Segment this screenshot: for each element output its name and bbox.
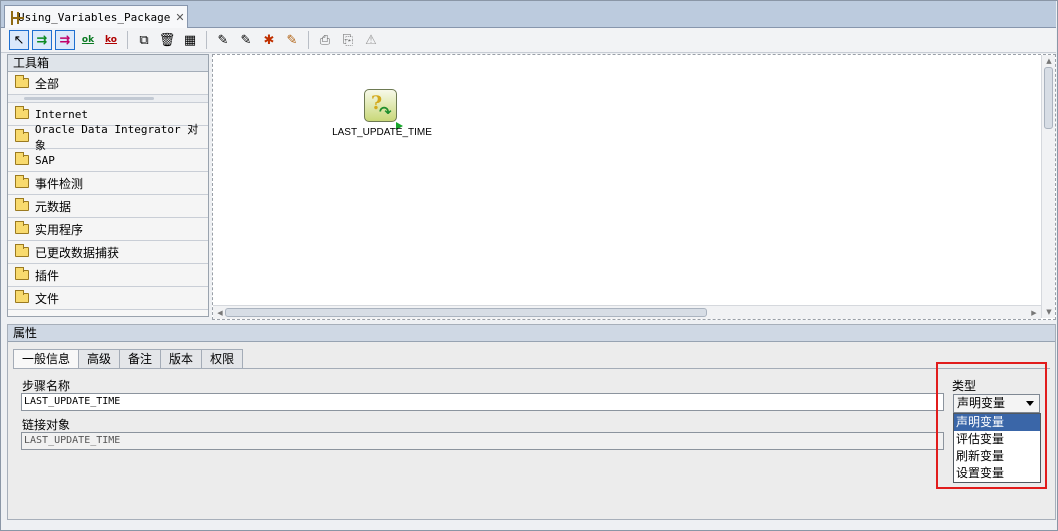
diagram-step-last-update-time[interactable]: ? ↷ LAST_UPDATE_TIME bbox=[328, 89, 436, 145]
toolbox-category-odi-objects[interactable]: Oracle Data Integrator 对象 bbox=[8, 123, 208, 152]
editor-tab-strip: Using_Variables_Package ✕ bbox=[1, 1, 1056, 29]
category-label: 事件检测 bbox=[35, 176, 84, 191]
execute-icon: ✎ bbox=[217, 32, 229, 48]
step-name-label: 步骤名称 bbox=[22, 379, 71, 393]
category-label: 实用程序 bbox=[35, 222, 84, 237]
tab-advanced[interactable]: 高级 bbox=[79, 349, 121, 369]
declare-variable-step-icon: ? ↷ bbox=[364, 89, 397, 122]
printer-icon: ⎙ bbox=[319, 32, 331, 48]
scroll-left-arrow-icon[interactable]: ◀ bbox=[215, 308, 225, 318]
scroll-up-arrow-icon[interactable]: ▲ bbox=[1044, 56, 1054, 66]
print-button[interactable]: ⎙ bbox=[315, 30, 335, 50]
canvas-horizontal-scrollbar[interactable]: ◀ ▶ bbox=[213, 305, 1041, 319]
folder-icon bbox=[15, 290, 29, 303]
category-label: 已更改数据捕获 bbox=[35, 245, 120, 260]
toolbar-separator bbox=[127, 31, 128, 49]
next-step-on-success-tool-button[interactable]: ⇉ bbox=[32, 30, 52, 50]
grid-icon: ▦ bbox=[183, 32, 197, 48]
toolbox-category-all[interactable]: 全部 bbox=[8, 72, 208, 95]
category-label: 插件 bbox=[35, 268, 60, 283]
duplicate-button[interactable]: ⧉ bbox=[134, 30, 154, 50]
package-icon bbox=[11, 10, 24, 25]
diagram-toolbar: ↖ ⇉ ⇉ ok ko ⧉ 🗑 ▦ ✎ ✎ ✱ ✎ ⎙ ⎘ ⚠ bbox=[1, 28, 1056, 53]
red-link-arrow-icon: ⇉ bbox=[59, 32, 71, 48]
properties-panel: 属性 一般信息 高级 备注 版本 权限 bbox=[7, 324, 1056, 520]
category-label: 元数据 bbox=[35, 199, 72, 214]
category-label: Oracle Data Integrator 对象 bbox=[34, 123, 199, 152]
green-link-arrow-icon: ⇉ bbox=[36, 32, 48, 48]
debug-button[interactable]: ✱ bbox=[259, 30, 279, 50]
bug-icon: ✱ bbox=[263, 32, 275, 48]
tab-general[interactable]: 一般信息 bbox=[13, 349, 80, 369]
category-label: 全部 bbox=[35, 76, 60, 91]
delete-button[interactable]: 🗑 bbox=[157, 30, 177, 50]
category-label: 文件 bbox=[35, 291, 60, 306]
next-step-on-failure-tool-button[interactable]: ⇉ bbox=[55, 30, 75, 50]
validate-icon: ✎ bbox=[286, 32, 298, 48]
category-label: SAP bbox=[35, 153, 55, 167]
export-icon: ⎘ bbox=[342, 32, 354, 48]
vertical-scroll-thumb[interactable] bbox=[1044, 67, 1053, 129]
duplicate-icon: ⧉ bbox=[139, 32, 149, 48]
arrange-button[interactable]: ▦ bbox=[180, 30, 200, 50]
folder-icon bbox=[15, 129, 29, 142]
category-all-scrollbar[interactable] bbox=[8, 95, 208, 103]
folder-icon bbox=[15, 152, 29, 165]
export-button[interactable]: ⎘ bbox=[338, 30, 358, 50]
tab-notes[interactable]: 备注 bbox=[120, 349, 162, 369]
trash-icon: 🗑 bbox=[158, 32, 176, 48]
step-name-input[interactable]: LAST_UPDATE_TIME bbox=[21, 393, 944, 411]
execute-step-button[interactable]: ✎ bbox=[236, 30, 256, 50]
linked-object-label: 链接对象 bbox=[22, 418, 71, 432]
warning-triangle-icon: ⚠ bbox=[365, 32, 377, 48]
ko-label: ko bbox=[105, 35, 117, 45]
toolbox-category-metadata[interactable]: 元数据 bbox=[8, 195, 208, 218]
scroll-down-arrow-icon[interactable]: ▼ bbox=[1044, 307, 1054, 317]
ok-label: ok bbox=[81, 35, 95, 45]
toolbox-category-plugins[interactable]: 插件 bbox=[8, 264, 208, 287]
toolbox-title: 工具箱 bbox=[8, 55, 208, 72]
tab-title: Using_Variables_Package bbox=[18, 11, 171, 24]
step-label: LAST_UPDATE_TIME bbox=[332, 127, 432, 138]
scroll-right-arrow-icon[interactable]: ▶ bbox=[1029, 308, 1039, 318]
toolbar-separator bbox=[206, 31, 207, 49]
folder-icon bbox=[15, 267, 29, 280]
toolbox-category-event-detection[interactable]: 事件检测 bbox=[8, 172, 208, 195]
red-highlight-box bbox=[936, 362, 1047, 489]
toolbox-panel: 工具箱 全部 Internet Oracle Data Integrator 对… bbox=[7, 54, 209, 317]
horizontal-scroll-thumb[interactable] bbox=[225, 308, 707, 317]
validate-button[interactable]: ✎ bbox=[282, 30, 302, 50]
folder-icon bbox=[15, 244, 29, 257]
folder-icon bbox=[15, 221, 29, 234]
execute-button[interactable]: ✎ bbox=[213, 30, 233, 50]
toolbox-category-changed-data-capture[interactable]: 已更改数据捕获 bbox=[8, 241, 208, 264]
ko-step-button[interactable]: ko bbox=[101, 30, 121, 50]
pointer-arrow-icon: ↖ bbox=[13, 32, 25, 48]
warnings-button[interactable]: ⚠ bbox=[361, 30, 381, 50]
toolbar-separator bbox=[308, 31, 309, 49]
close-tab-icon[interactable]: ✕ bbox=[175, 11, 184, 24]
tab-privileges[interactable]: 权限 bbox=[202, 349, 244, 369]
green-curved-arrow-glyph: ↷ bbox=[379, 103, 392, 121]
properties-title: 属性 bbox=[8, 325, 1055, 342]
select-tool-button[interactable]: ↖ bbox=[9, 30, 29, 50]
folder-icon bbox=[15, 175, 29, 188]
linked-object-field: LAST_UPDATE_TIME bbox=[21, 432, 944, 450]
folder-icon bbox=[15, 75, 29, 88]
ok-step-button[interactable]: ok bbox=[78, 30, 98, 50]
execute-step-icon: ✎ bbox=[240, 32, 252, 48]
properties-tabs: 一般信息 高级 备注 版本 权限 bbox=[13, 349, 244, 369]
category-label: Internet bbox=[35, 107, 88, 121]
folder-icon bbox=[15, 198, 29, 211]
tab-version[interactable]: 版本 bbox=[161, 349, 203, 369]
toolbox-category-files[interactable]: 文件 bbox=[8, 287, 208, 310]
folder-icon bbox=[15, 106, 29, 119]
toolbox-category-utilities[interactable]: 实用程序 bbox=[8, 218, 208, 241]
tab-using-variables-package[interactable]: Using_Variables_Package ✕ bbox=[4, 5, 188, 29]
canvas-vertical-scrollbar[interactable]: ▲ ▼ bbox=[1041, 55, 1055, 318]
